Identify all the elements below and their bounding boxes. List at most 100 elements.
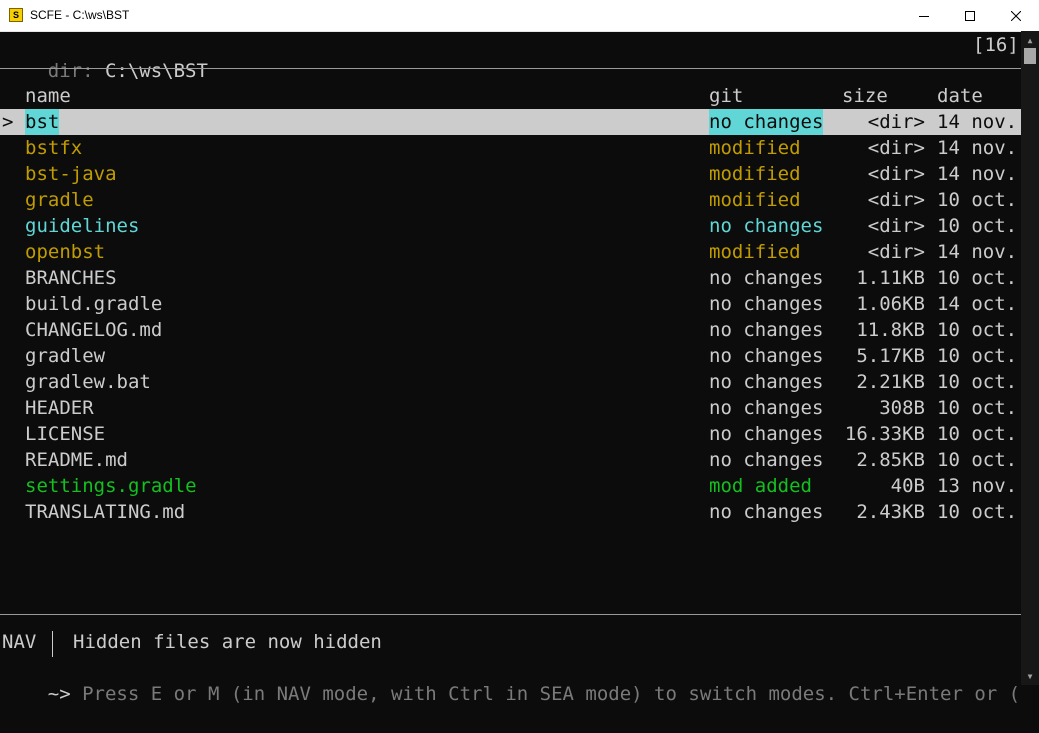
- git-status: modified: [709, 189, 801, 211]
- file-row[interactable]: BRANCHES no changes 1.11KB 10 oct.: [0, 265, 1021, 291]
- file-row[interactable]: bstfx modified <dir> 14 nov.: [0, 135, 1021, 161]
- git-status: no changes: [709, 109, 824, 135]
- header-divider: [0, 68, 1021, 69]
- dir-path[interactable]: C:\ws\BST: [105, 60, 208, 82]
- git-status: no changes: [709, 345, 824, 367]
- file-date: 10 oct.: [937, 319, 1018, 341]
- column-header-date[interactable]: date: [937, 83, 983, 109]
- file-date: 14 nov.: [937, 163, 1018, 185]
- file-row[interactable]: gradle modified <dir> 10 oct.: [0, 187, 1021, 213]
- minimize-icon: [919, 15, 929, 17]
- minimize-button[interactable]: [901, 0, 947, 31]
- file-row[interactable]: guidelines no changes <dir> 10 oct.: [0, 213, 1021, 239]
- maximize-button[interactable]: [947, 0, 993, 31]
- file-size: 2.85KB: [856, 449, 925, 471]
- column-header-name[interactable]: name: [25, 83, 71, 109]
- git-status: no changes: [709, 423, 824, 445]
- git-status: no changes: [709, 397, 824, 419]
- git-status: mod added: [709, 475, 812, 497]
- file-size: 11.8KB: [856, 319, 925, 341]
- file-name: settings.gradle: [25, 475, 197, 497]
- file-name: gradlew: [25, 345, 106, 367]
- file-size: 2.43KB: [856, 501, 925, 523]
- file-row[interactable]: README.md no changes 2.85KB 10 oct.: [0, 447, 1021, 473]
- command-prompt: ~>: [47, 683, 71, 705]
- file-size: <dir>: [867, 241, 925, 263]
- file-size: <dir>: [867, 111, 925, 133]
- file-date: 10 oct.: [937, 371, 1018, 393]
- file-name: BRANCHES: [25, 267, 117, 289]
- file-row[interactable]: build.gradle no changes 1.06KB 14 oct.: [0, 291, 1021, 317]
- scroll-down-icon[interactable]: ▼: [1021, 669, 1039, 683]
- file-name: HEADER: [25, 397, 94, 419]
- file-row[interactable]: CHANGELOG.md no changes 11.8KB 10 oct.: [0, 317, 1021, 343]
- file-name: TRANSLATING.md: [25, 501, 186, 523]
- file-size: 1.06KB: [856, 293, 925, 315]
- git-status: no changes: [709, 371, 824, 393]
- directory-header: dir: C:\ws\BST: [2, 32, 208, 82]
- file-row[interactable]: openbst modified <dir> 14 nov.: [0, 239, 1021, 265]
- file-size: 40B: [890, 475, 925, 497]
- file-row[interactable]: settings.gradle mod added 40B 13 nov.: [0, 473, 1021, 499]
- file-name: bst-java: [25, 163, 117, 185]
- file-name: bstfx: [25, 137, 83, 159]
- file-row[interactable]: gradlew no changes 5.17KB 10 oct.: [0, 343, 1021, 369]
- file-date: 10 oct.: [937, 345, 1018, 367]
- vertical-scrollbar[interactable]: ▲ ▼: [1021, 31, 1039, 685]
- file-name: LICENSE: [25, 423, 106, 445]
- git-status: no changes: [709, 215, 824, 237]
- file-row[interactable]: TRANSLATING.md no changes 2.43KB 10 oct.: [0, 499, 1021, 525]
- scroll-up-icon[interactable]: ▲: [1021, 33, 1039, 47]
- file-row[interactable]: HEADER no changes 308B 10 oct.: [0, 395, 1021, 421]
- file-size: <dir>: [867, 189, 925, 211]
- file-date: 14 nov.: [937, 241, 1018, 263]
- file-date: 10 oct.: [937, 501, 1018, 523]
- file-size: 2.21KB: [856, 371, 925, 393]
- file-name: gradle: [25, 189, 94, 211]
- file-date: 10 oct.: [937, 215, 1018, 237]
- file-count: [16]: [973, 34, 1019, 56]
- file-date: 13 nov.: [937, 475, 1018, 497]
- file-size: 1.11KB: [856, 267, 925, 289]
- title-bar: S SCFE - C:\ws\BST: [0, 0, 1039, 32]
- git-status: no changes: [709, 449, 824, 471]
- file-date: 14 nov.: [937, 111, 1018, 133]
- git-status: no changes: [709, 293, 824, 315]
- file-name: openbst: [25, 241, 106, 263]
- file-date: 10 oct.: [937, 267, 1018, 289]
- git-status: modified: [709, 241, 801, 263]
- git-status: modified: [709, 137, 801, 159]
- file-size: <dir>: [867, 215, 925, 237]
- scroll-thumb[interactable]: [1024, 48, 1036, 64]
- selection-pointer: >: [2, 111, 14, 133]
- file-date: 14 nov.: [937, 137, 1018, 159]
- file-name: README.md: [25, 449, 128, 471]
- close-button[interactable]: [993, 0, 1039, 31]
- file-size: <dir>: [867, 137, 925, 159]
- file-size: 16.33KB: [844, 423, 925, 445]
- file-row[interactable]: bst-java modified <dir> 14 nov.: [0, 161, 1021, 187]
- column-header-row: name git size date: [0, 83, 1021, 109]
- column-header-size[interactable]: size: [842, 83, 888, 109]
- file-row[interactable]: gradlew.bat no changes 2.21KB 10 oct.: [0, 369, 1021, 395]
- window-title: SCFE - C:\ws\BST: [30, 8, 130, 22]
- app-icon: S: [9, 8, 23, 22]
- file-row[interactable]: > bst no changes <dir> 14 nov.: [0, 109, 1021, 135]
- file-size: <dir>: [867, 163, 925, 185]
- dir-label: dir:: [47, 60, 94, 82]
- command-hint: Press E or M (in NAV mode, with Ctrl in …: [82, 683, 1021, 705]
- file-date: 10 oct.: [937, 189, 1018, 211]
- file-name: guidelines: [25, 215, 140, 237]
- status-message: Hidden files are now hidden: [73, 631, 382, 653]
- file-date: 10 oct.: [937, 397, 1018, 419]
- file-date: 10 oct.: [937, 449, 1018, 471]
- git-status: modified: [709, 163, 801, 185]
- file-name: bst: [25, 109, 60, 135]
- git-status: no changes: [709, 267, 824, 289]
- column-header-git[interactable]: git: [709, 83, 743, 109]
- command-line[interactable]: ~> Press E or M (in NAV mode, with Ctrl …: [2, 655, 1020, 705]
- file-size: 308B: [879, 397, 925, 419]
- file-name: CHANGELOG.md: [25, 319, 163, 341]
- file-row[interactable]: LICENSE no changes 16.33KB 10 oct.: [0, 421, 1021, 447]
- file-name: gradlew.bat: [25, 371, 151, 393]
